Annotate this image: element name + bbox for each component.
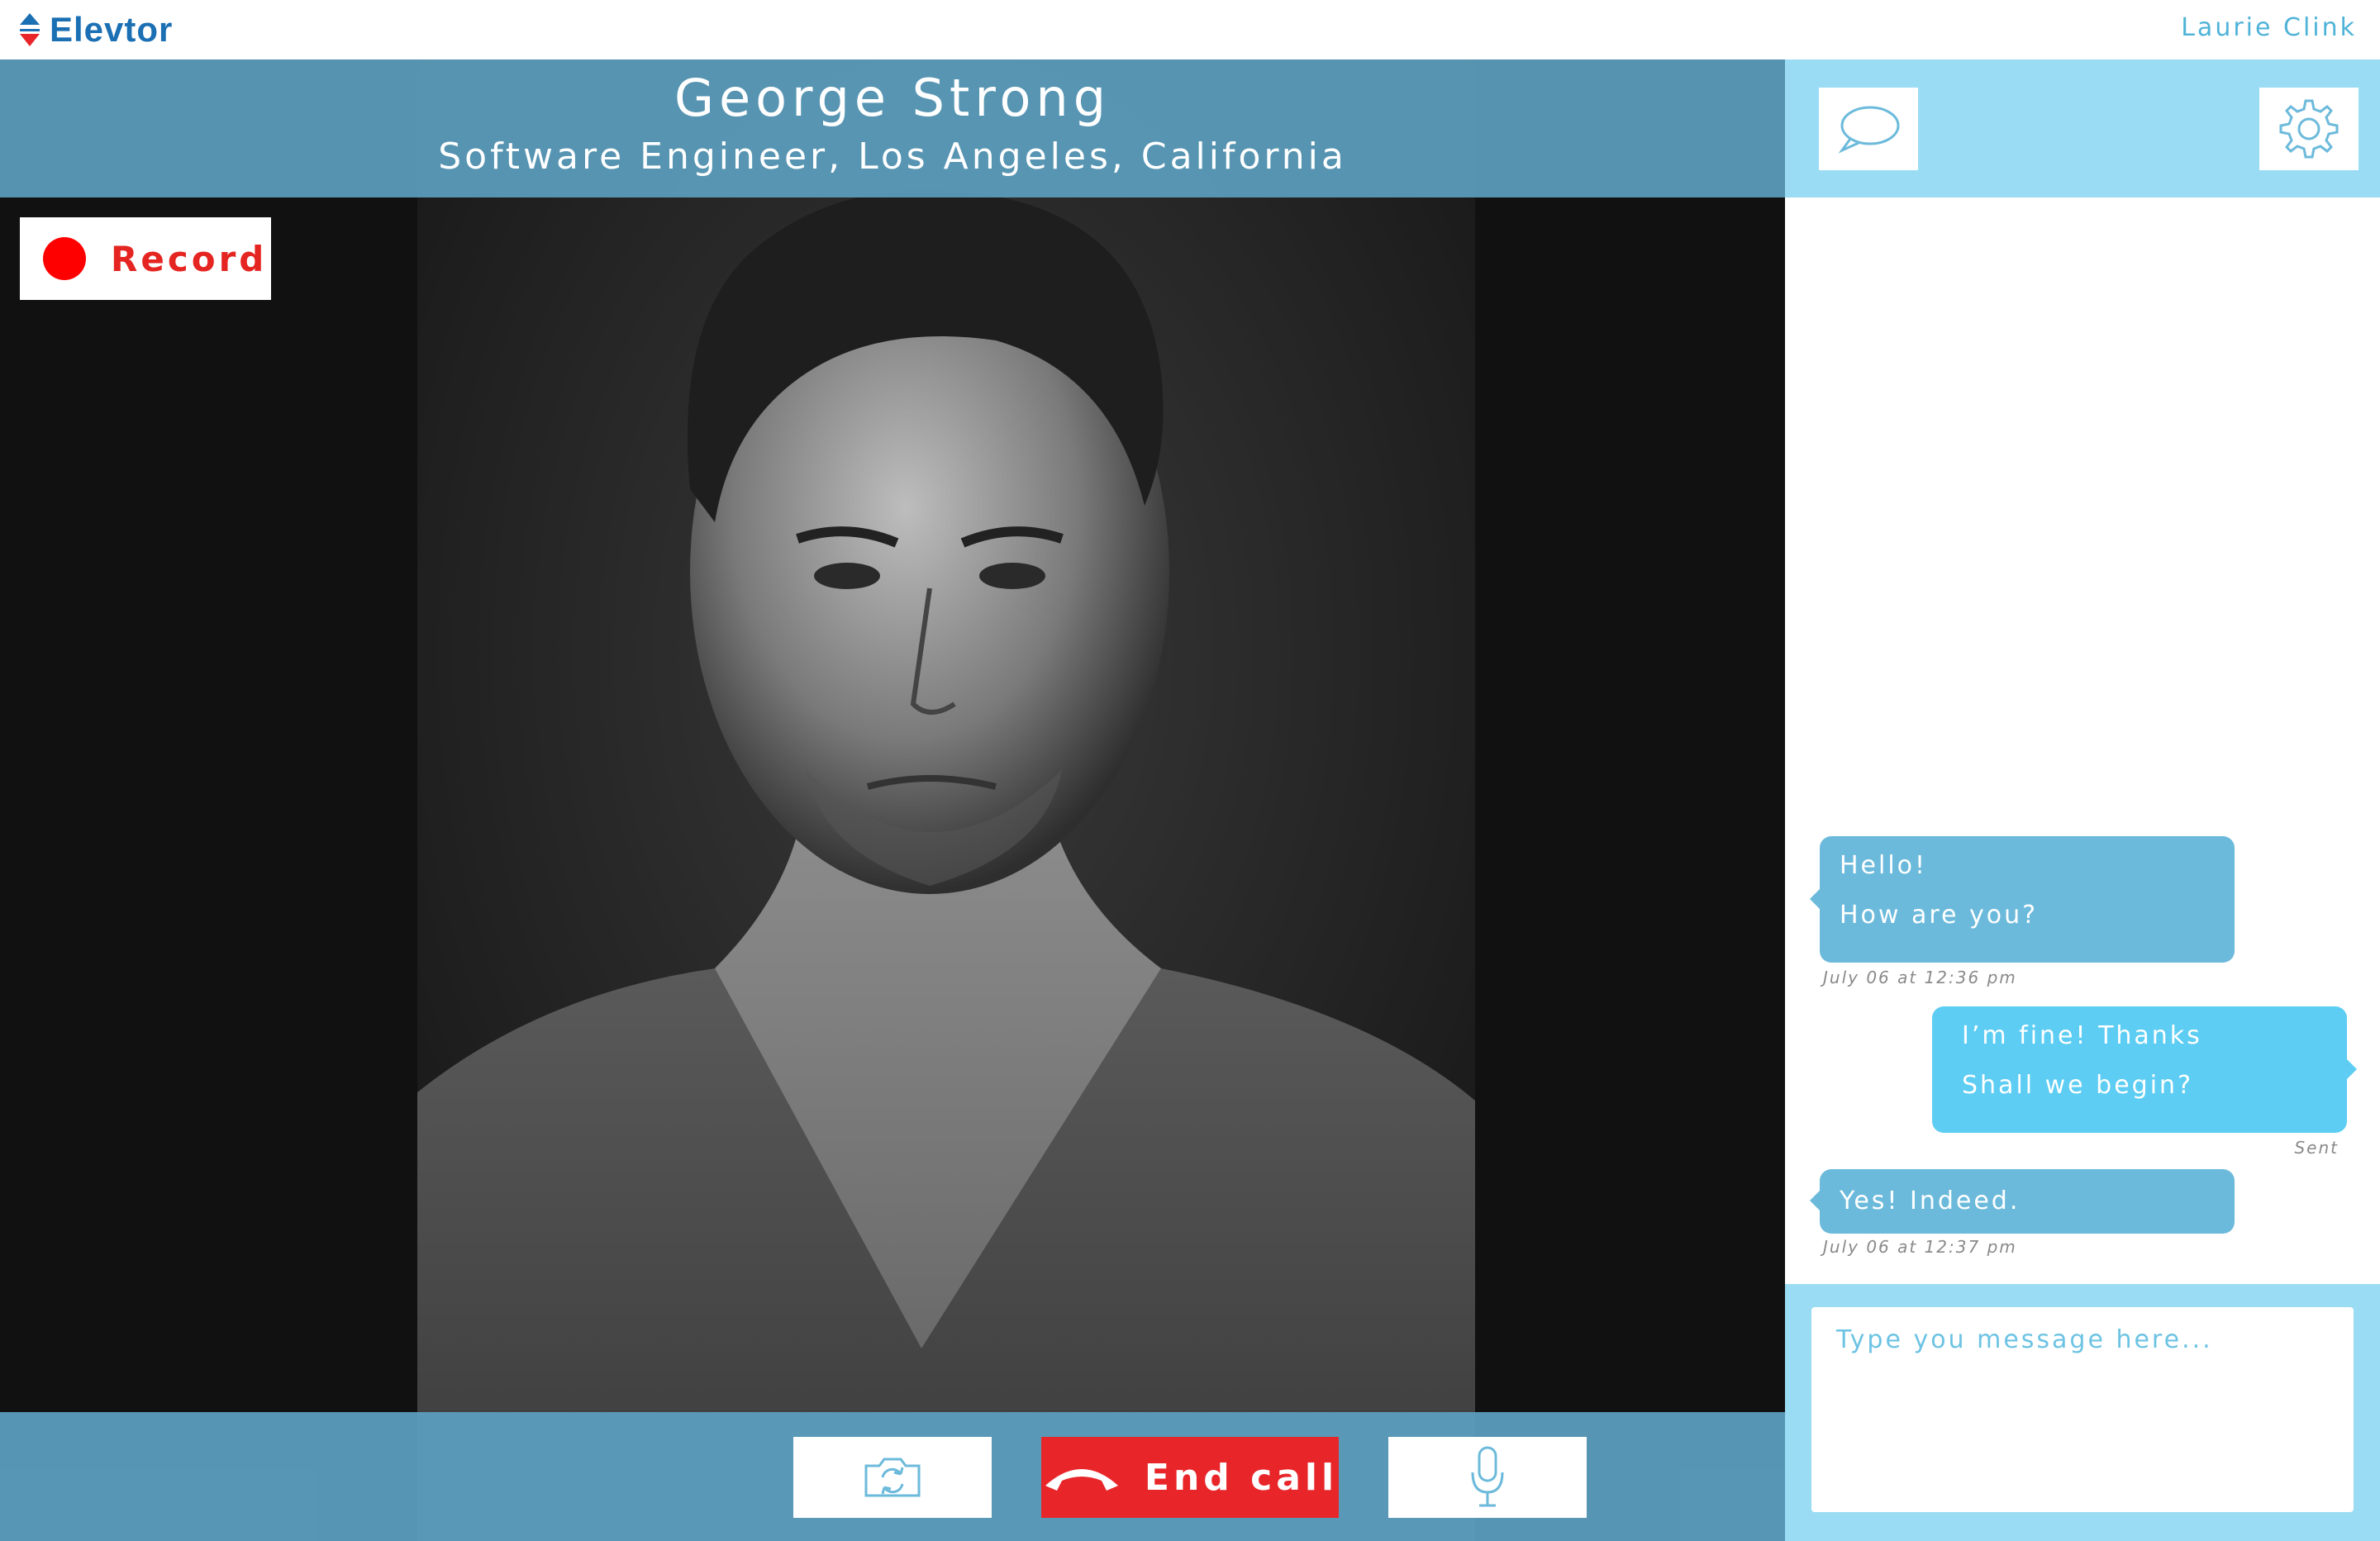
message-timestamp: July 06 at 12:36 pm bbox=[1823, 968, 2017, 987]
video-stream: George Strong Software Engineer, Los Ang… bbox=[0, 59, 1785, 1541]
message-bubble-outgoing: I’m fine! Thanks Shall we begin? bbox=[1932, 1006, 2357, 1133]
app-name: Elevtor bbox=[50, 10, 174, 49]
caller-title: Software Engineer, Los Angeles, Californ… bbox=[438, 136, 1347, 178]
message-text: Hello! bbox=[1840, 851, 1928, 880]
message-bubble-incoming: Yes! Indeed. bbox=[1810, 1169, 2235, 1234]
top-bar: Elevtor Laurie Clink bbox=[0, 0, 2380, 59]
caller-name: George Strong bbox=[674, 68, 1111, 128]
message-text: I’m fine! Thanks bbox=[1962, 1021, 2202, 1050]
call-control-bar: End call bbox=[0, 1412, 1785, 1541]
caller-video-feed bbox=[417, 59, 1475, 1541]
microphone-icon bbox=[1471, 1446, 1504, 1507]
chat-button[interactable] bbox=[1819, 88, 1918, 170]
app-logo[interactable]: Elevtor bbox=[18, 8, 173, 51]
switch-camera-icon bbox=[864, 1458, 921, 1497]
caller-info-bar: George Strong Software Engineer, Los Ang… bbox=[0, 59, 1785, 197]
user-name-link[interactable]: Laurie Clink bbox=[2181, 13, 2357, 42]
message-input[interactable] bbox=[1811, 1307, 2354, 1512]
message-status: Sent bbox=[2294, 1138, 2339, 1158]
message-timestamp: July 06 at 12:37 pm bbox=[1823, 1237, 2017, 1257]
message-text: Yes! Indeed. bbox=[1840, 1187, 2021, 1215]
chat-bubble-icon bbox=[1838, 106, 1900, 154]
record-button[interactable]: Record bbox=[20, 217, 271, 300]
phone-hangup-icon bbox=[1045, 1469, 1118, 1491]
switch-camera-button[interactable] bbox=[793, 1437, 992, 1518]
message-text: How are you? bbox=[1840, 901, 2039, 930]
message-bubble-incoming: Hello! How are you? bbox=[1810, 836, 2235, 963]
end-call-button[interactable]: End call bbox=[1041, 1437, 1339, 1518]
settings-button[interactable] bbox=[2259, 88, 2359, 170]
gear-icon bbox=[2279, 99, 2339, 159]
side-panel-header bbox=[1785, 59, 2380, 197]
mute-microphone-button[interactable] bbox=[1388, 1437, 1587, 1518]
elevator-logo-icon bbox=[20, 13, 40, 46]
record-label: Record bbox=[111, 238, 268, 279]
end-call-label: End call bbox=[1144, 1456, 1339, 1499]
message-text: Shall we begin? bbox=[1962, 1071, 2193, 1100]
chat-side-panel: Hello! How are you? July 06 at 12:36 pm … bbox=[1785, 59, 2380, 1541]
record-dot-icon bbox=[43, 237, 86, 280]
message-composer bbox=[1785, 1284, 2380, 1541]
